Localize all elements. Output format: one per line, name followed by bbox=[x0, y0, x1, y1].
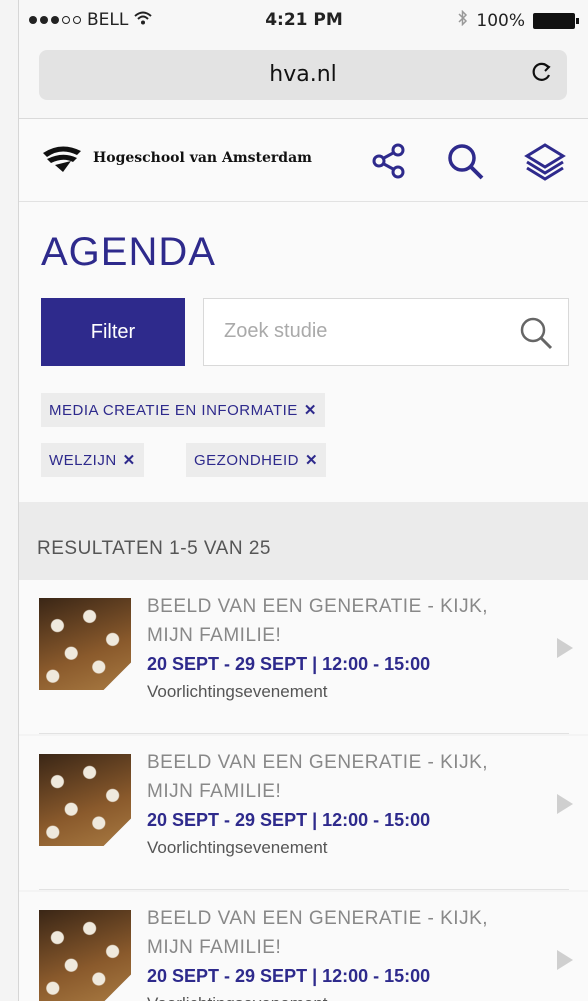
event-thumbnail bbox=[39, 910, 131, 1001]
search-icon[interactable] bbox=[443, 139, 487, 183]
reload-icon[interactable] bbox=[531, 61, 553, 89]
list-item[interactable]: BEELD VAN EEN GENERATIE - KIJK, MIJN FAM… bbox=[19, 892, 588, 1001]
event-date: 20 SEPT - 29 SEPT | 12:00 - 15:00 bbox=[147, 810, 431, 830]
list-item[interactable]: BEELD VAN EEN GENERATIE - KIJK, MIJN FAM… bbox=[19, 580, 588, 734]
filter-tag[interactable]: GEZONDHEID ✕ bbox=[186, 443, 327, 477]
event-title: BEELD VAN EEN GENERATIE - KIJK, MIJN FAM… bbox=[147, 908, 489, 958]
event-title: BEELD VAN EEN GENERATIE - KIJK, MIJN FAM… bbox=[147, 752, 489, 802]
share-icon[interactable] bbox=[367, 139, 411, 183]
url-text: hva.nl bbox=[269, 62, 337, 87]
filter-tag[interactable]: WELZIJN ✕ bbox=[41, 443, 144, 477]
tag-label: WELZIJN bbox=[49, 451, 117, 469]
status-right: 100% bbox=[458, 9, 579, 31]
address-bar[interactable]: hva.nl bbox=[39, 50, 567, 100]
divider bbox=[39, 889, 569, 890]
browser-bar: hva.nl bbox=[19, 44, 588, 119]
play-arrow-icon[interactable] bbox=[557, 638, 573, 658]
results-header: RESULTATEN 1-5 VAN 25 bbox=[19, 502, 588, 580]
event-date: 20 SEPT - 29 SEPT | 12:00 - 15:00 bbox=[147, 966, 431, 986]
event-date: 20 SEPT - 29 SEPT | 12:00 - 15:00 bbox=[147, 654, 431, 674]
divider bbox=[39, 733, 569, 734]
event-type: Voorlichtingsevenement bbox=[147, 994, 328, 1001]
remove-tag-icon[interactable]: ✕ bbox=[305, 451, 318, 469]
event-title: BEELD VAN EEN GENERATIE - KIJK, MIJN FAM… bbox=[147, 596, 489, 646]
filter-button[interactable]: Filter bbox=[41, 298, 185, 366]
play-arrow-icon[interactable] bbox=[557, 794, 573, 814]
event-thumbnail bbox=[39, 754, 131, 846]
site-header: Hogeschool van Amsterdam bbox=[19, 119, 588, 202]
page-title: AGENDA bbox=[41, 230, 216, 274]
filter-tag[interactable]: MEDIA CREATIE EN INFORMATIE ✕ bbox=[41, 393, 325, 427]
search-box bbox=[203, 298, 569, 366]
phone-screen: BELL 4:21 PM 100% hva.nl Hogeschool van … bbox=[18, 0, 588, 1001]
site-logo[interactable]: Hogeschool van Amsterdam bbox=[41, 143, 312, 173]
battery-icon bbox=[533, 12, 579, 29]
tag-label: GEZONDHEID bbox=[194, 451, 300, 469]
hva-logo-icon bbox=[43, 146, 81, 172]
layers-icon[interactable] bbox=[523, 139, 567, 183]
tag-label: MEDIA CREATIE EN INFORMATIE bbox=[49, 401, 298, 419]
remove-tag-icon[interactable]: ✕ bbox=[304, 401, 317, 419]
play-arrow-icon[interactable] bbox=[557, 950, 573, 970]
bluetooth-icon bbox=[458, 9, 468, 31]
search-input[interactable] bbox=[222, 319, 506, 344]
event-thumbnail bbox=[39, 598, 131, 690]
search-submit-icon[interactable] bbox=[516, 313, 556, 353]
agenda-section: AGENDA Filter MEDIA CREATIE EN INFORMATI… bbox=[19, 202, 588, 502]
battery-percentage: 100% bbox=[476, 10, 525, 31]
logo-text: Hogeschool van Amsterdam bbox=[93, 150, 312, 166]
list-item[interactable]: BEELD VAN EEN GENERATIE - KIJK, MIJN FAM… bbox=[19, 736, 588, 890]
remove-tag-icon[interactable]: ✕ bbox=[123, 451, 136, 469]
event-type: Voorlichtingsevenement bbox=[147, 682, 328, 701]
status-bar: BELL 4:21 PM 100% bbox=[19, 0, 588, 44]
event-type: Voorlichtingsevenement bbox=[147, 838, 328, 857]
results-summary: RESULTATEN 1-5 VAN 25 bbox=[37, 538, 271, 559]
